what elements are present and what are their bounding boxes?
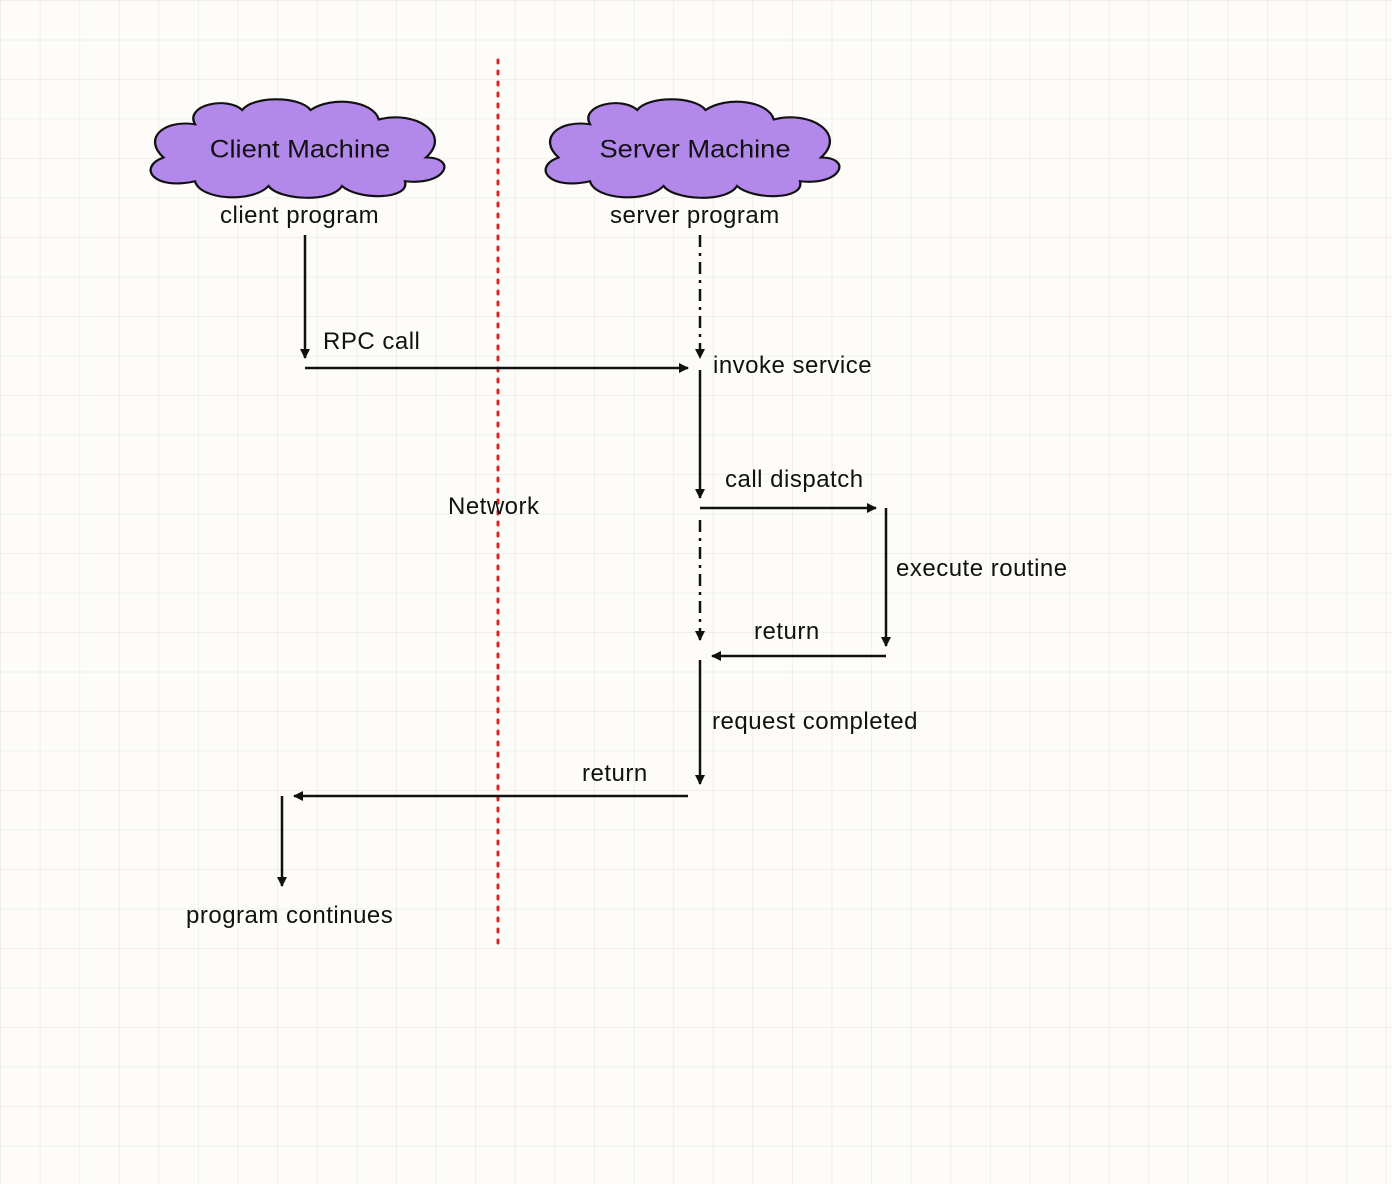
- diagram-svg: Client Machine Server Machine: [0, 0, 1392, 1184]
- client-cloud: Client Machine: [151, 99, 445, 197]
- diagram-canvas: Client Machine Server Machine client pro…: [0, 0, 1392, 1184]
- label-return-network: return: [582, 760, 648, 788]
- label-program-continues: program continues: [186, 902, 393, 930]
- label-execute-routine: execute routine: [896, 555, 1068, 583]
- server-cloud: Server Machine: [546, 99, 840, 197]
- label-rpc-call: RPC call: [323, 328, 420, 356]
- server-cloud-label: Server Machine: [599, 135, 790, 163]
- label-request-completed: request completed: [712, 708, 918, 736]
- client-cloud-label: Client Machine: [210, 135, 390, 163]
- label-network: Network: [448, 493, 540, 521]
- label-server-program: server program: [610, 202, 780, 230]
- label-client-program: client program: [220, 202, 379, 230]
- label-return-dispatch: return: [754, 618, 820, 646]
- label-call-dispatch: call dispatch: [725, 466, 864, 494]
- label-invoke-service: invoke service: [713, 352, 872, 380]
